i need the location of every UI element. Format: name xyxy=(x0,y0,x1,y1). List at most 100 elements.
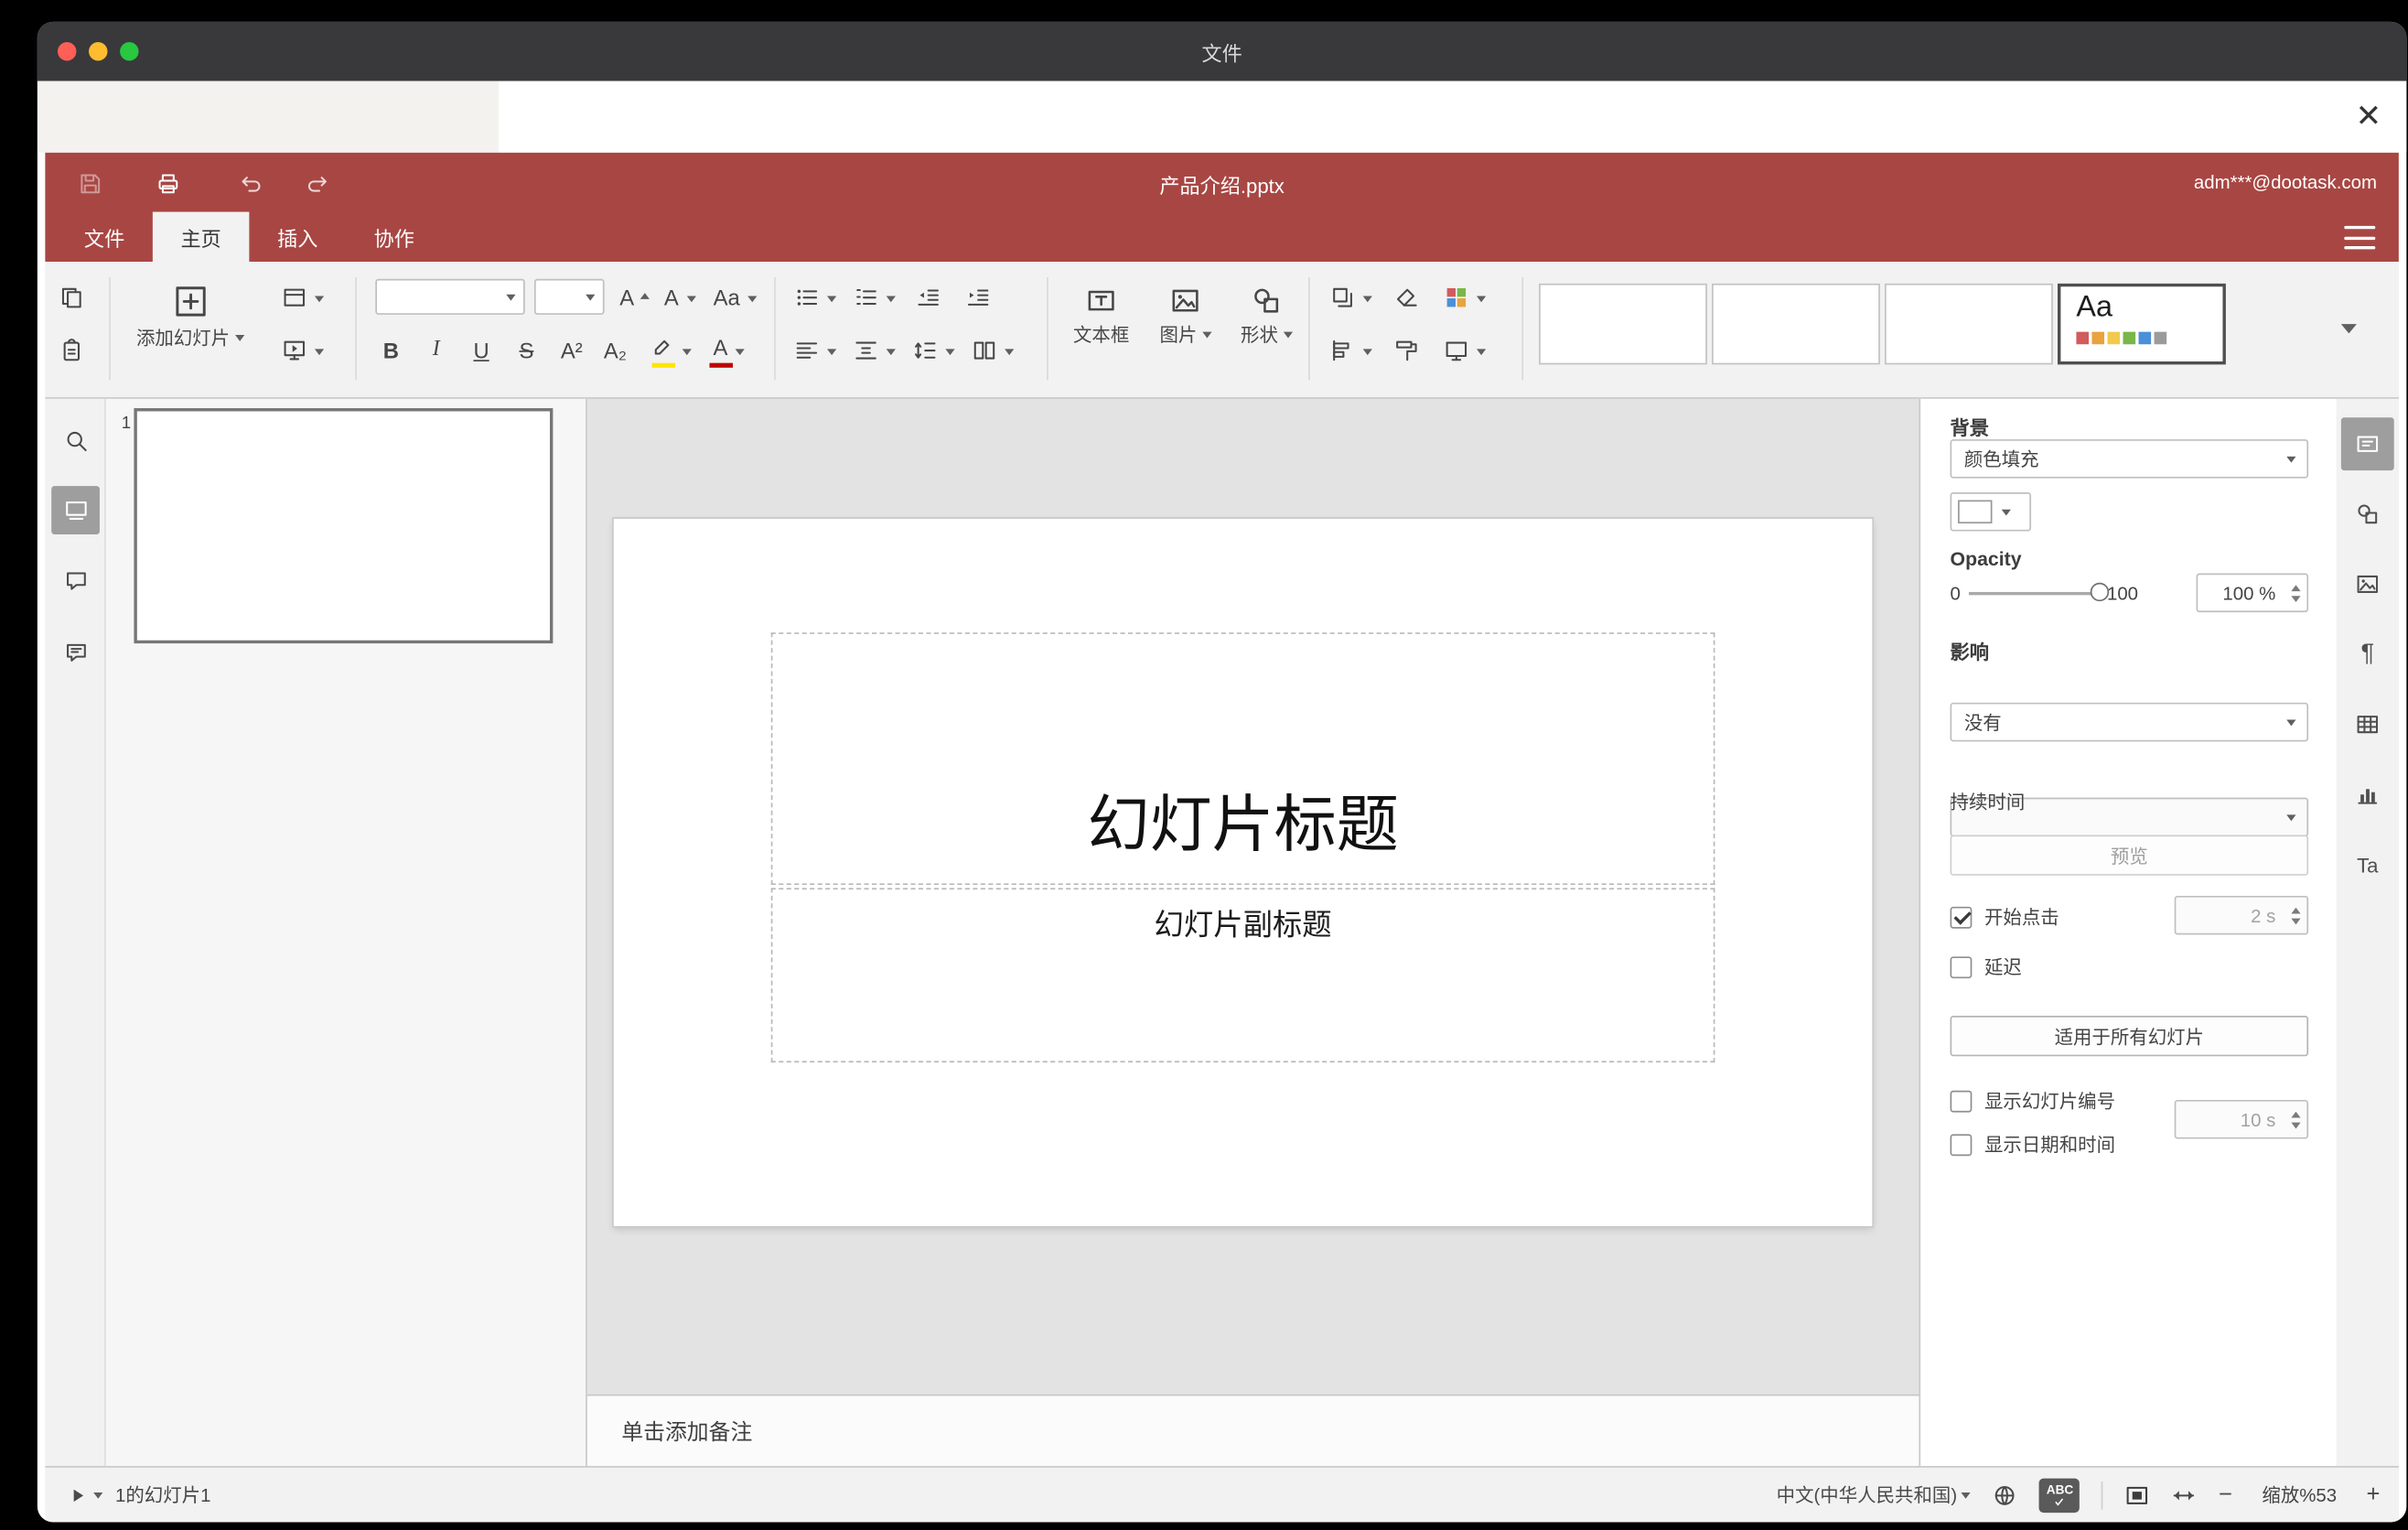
save-icon[interactable] xyxy=(73,167,107,200)
arrange-shapes-button[interactable] xyxy=(1322,275,1378,319)
close-window-button[interactable] xyxy=(57,41,77,61)
superscript-button[interactable]: A² xyxy=(552,329,592,372)
spinner-arrows[interactable] xyxy=(2291,902,2301,929)
vertical-align-button[interactable] xyxy=(847,329,900,372)
slide-layout-button[interactable] xyxy=(270,275,336,319)
search-button[interactable] xyxy=(51,416,100,465)
font-size-select[interactable] xyxy=(533,278,605,315)
increase-font-button[interactable]: A xyxy=(614,275,656,319)
slide-settings-button[interactable] xyxy=(2340,417,2394,471)
start-on-click-checkbox[interactable]: 开始点击 xyxy=(1950,903,2059,930)
comments-button[interactable] xyxy=(51,556,100,605)
delay-input[interactable]: 10 s xyxy=(2174,1099,2309,1139)
subscript-button[interactable]: A₂ xyxy=(595,329,635,372)
effect-select[interactable]: 没有 xyxy=(1950,702,2309,742)
background-fill-select[interactable]: 颜色填充 xyxy=(1950,439,2309,479)
clear-style-button[interactable] xyxy=(1385,275,1429,319)
slide-thumbnail[interactable] xyxy=(134,408,554,644)
slide-size-button[interactable] xyxy=(1435,329,1494,372)
opacity-slider[interactable] xyxy=(1968,581,2109,601)
slide[interactable]: 幻灯片标题 幻灯片副标题 xyxy=(613,518,1873,1226)
horizontal-align-button[interactable] xyxy=(788,329,841,372)
zoom-in-button[interactable]: + xyxy=(2366,1482,2380,1508)
spinner-arrows[interactable] xyxy=(2291,1106,2301,1133)
copy-button[interactable] xyxy=(49,275,93,319)
numbering-button[interactable] xyxy=(847,275,900,319)
checkbox-checked-icon[interactable] xyxy=(1950,906,1973,928)
themes-expand-button[interactable] xyxy=(2322,302,2375,355)
checkbox-icon[interactable] xyxy=(1950,1133,1973,1156)
zoom-window-button[interactable] xyxy=(120,41,139,61)
increase-indent-button[interactable] xyxy=(956,275,1000,319)
title-placeholder[interactable]: 幻灯片标题 xyxy=(770,632,1715,886)
textart-settings-button[interactable]: Ta xyxy=(2341,838,2394,891)
language-select[interactable]: 中文(中华人民共和国) xyxy=(1777,1482,1972,1508)
bullets-button[interactable] xyxy=(788,275,841,319)
checkbox-icon[interactable] xyxy=(1950,955,1973,978)
line-spacing-button[interactable] xyxy=(907,329,960,372)
change-case-button[interactable]: Aa xyxy=(705,275,765,319)
start-slideshow-statusbar-button[interactable] xyxy=(67,1484,103,1506)
theme-thumbnail[interactable] xyxy=(1712,283,1880,365)
copy-style-button[interactable] xyxy=(1385,329,1429,372)
table-settings-button[interactable] xyxy=(2341,698,2394,751)
shape-settings-button[interactable] xyxy=(2341,488,2394,541)
apply-to-all-button[interactable]: 适用于所有幻灯片 xyxy=(1950,1016,2309,1057)
chart-settings-button[interactable] xyxy=(2341,768,2394,821)
undo-icon[interactable] xyxy=(233,167,267,200)
subtitle-placeholder[interactable]: 幻灯片副标题 xyxy=(770,888,1715,1063)
tab-collaboration[interactable]: 协作 xyxy=(346,212,443,262)
fit-slide-button[interactable] xyxy=(2125,1482,2150,1507)
theme-thumbnail-selected[interactable]: Aa xyxy=(2058,283,2226,365)
image-settings-button[interactable] xyxy=(2341,557,2394,610)
notes-area[interactable]: 单击添加备注 xyxy=(586,1394,1919,1467)
document-language-button[interactable] xyxy=(1993,1482,2017,1507)
theme-thumbnail[interactable] xyxy=(1885,283,2053,365)
print-icon[interactable] xyxy=(151,167,185,200)
opacity-slider-knob[interactable] xyxy=(2090,581,2109,601)
menu-icon[interactable] xyxy=(2344,225,2376,250)
spinner-arrows[interactable] xyxy=(2291,579,2301,606)
minimize-window-button[interactable] xyxy=(89,41,108,61)
show-date-time-checkbox[interactable]: 显示日期和时间 xyxy=(1950,1131,2115,1158)
zoom-out-button[interactable]: − xyxy=(2219,1482,2232,1508)
highlight-color-button[interactable] xyxy=(641,329,697,372)
font-color-button[interactable]: A xyxy=(701,329,757,372)
redo-icon[interactable] xyxy=(301,167,335,200)
opacity-value-input[interactable]: 100 % xyxy=(2196,573,2309,613)
zoom-level-label: 缩放%53 xyxy=(2262,1484,2338,1507)
add-slide-button[interactable]: 添加幻灯片 xyxy=(123,268,256,365)
chat-button[interactable] xyxy=(51,628,100,676)
strikethrough-button[interactable]: S xyxy=(506,329,546,372)
preview-button[interactable]: 预览 xyxy=(1950,835,2309,876)
fit-width-button[interactable] xyxy=(2172,1482,2197,1507)
start-slideshow-button[interactable] xyxy=(270,329,336,372)
toolbar-divider xyxy=(1047,277,1048,381)
tab-file[interactable]: 文件 xyxy=(56,212,153,262)
tab-home[interactable]: 主页 xyxy=(152,211,250,263)
background-color-picker[interactable] xyxy=(1950,491,2032,532)
show-slide-number-checkbox[interactable]: 显示幻灯片编号 xyxy=(1950,1087,2115,1114)
decrease-font-button[interactable]: A xyxy=(659,275,701,319)
slides-panel-button[interactable] xyxy=(51,486,100,534)
paste-button[interactable] xyxy=(49,329,93,372)
duration-input[interactable]: 2 s xyxy=(2174,895,2309,935)
spellcheck-button[interactable]: ABC xyxy=(2039,1477,2080,1513)
bold-button[interactable]: B xyxy=(371,329,411,372)
align-shapes-button[interactable] xyxy=(1322,329,1378,372)
image-button[interactable]: 图片 xyxy=(1145,268,1226,365)
font-name-select[interactable] xyxy=(375,278,525,315)
theme-thumbnail[interactable] xyxy=(1539,283,1707,365)
paragraph-settings-button[interactable]: ¶ xyxy=(2341,628,2394,681)
shape-button[interactable]: 形状 xyxy=(1226,268,1307,365)
delay-checkbox[interactable]: 延迟 xyxy=(1950,954,2022,980)
tab-insert[interactable]: 插入 xyxy=(249,212,346,262)
italic-button[interactable]: I xyxy=(416,329,457,372)
color-scheme-button[interactable] xyxy=(1435,275,1494,319)
underline-button[interactable]: U xyxy=(461,329,501,372)
checkbox-icon[interactable] xyxy=(1950,1089,1973,1112)
columns-button[interactable] xyxy=(966,329,1019,372)
textbox-button[interactable]: 文本框 xyxy=(1060,268,1142,365)
decrease-indent-button[interactable] xyxy=(907,275,951,319)
close-icon[interactable]: ✕ xyxy=(2356,102,2382,133)
